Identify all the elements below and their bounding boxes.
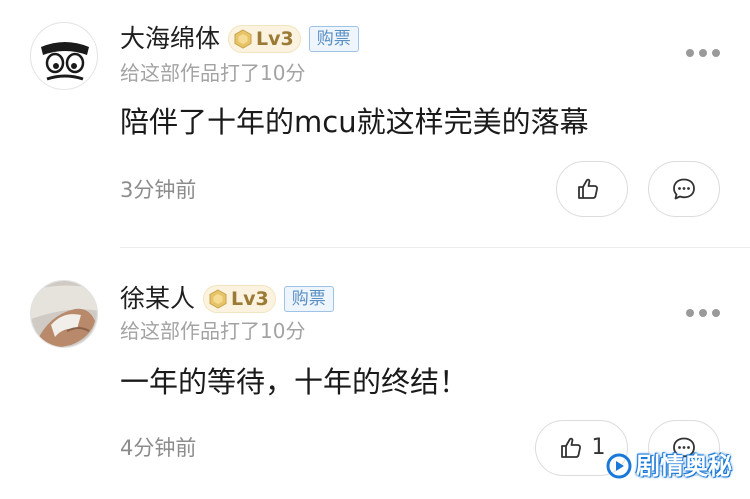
hexagon-level-icon <box>209 289 227 309</box>
comment-content: 一年的等待，十年的终结！ <box>120 365 469 399</box>
timestamp: 3分钟前 <box>120 178 197 202</box>
rating-text: 给这部作品打了10分 <box>120 61 306 85</box>
like-button[interactable] <box>556 161 628 217</box>
watermark: 剧情奥秘 <box>606 450 732 482</box>
cartoon-face-avatar <box>41 42 89 81</box>
avatar[interactable] <box>30 22 98 90</box>
comment-bubble-icon <box>673 178 695 200</box>
level-badge: Lv3 <box>203 285 276 313</box>
rating-text: 给这部作品打了10分 <box>120 319 306 343</box>
comment-content: 陪伴了十年的mcu就这样完美的落幕 <box>120 105 589 139</box>
more-dots-icon[interactable] <box>686 306 720 320</box>
name-row: 徐某人 Lv3 购票 <box>120 282 334 316</box>
buy-tag: 购票 <box>308 26 359 52</box>
name-row: 大海绵体 Lv3 购票 <box>120 22 359 56</box>
level-text: Lv3 <box>256 28 294 50</box>
reply-button[interactable] <box>648 161 720 217</box>
thumbs-up-icon <box>578 178 598 199</box>
level-badge: Lv3 <box>228 25 301 53</box>
watermark-logo-icon <box>606 453 632 479</box>
divider <box>120 247 750 248</box>
buy-tag: 购票 <box>283 286 334 312</box>
comment-item: 大海绵体 Lv3 购票 给这部作品打了10分 陪伴了十年的mcu就这样完美的落幕… <box>0 0 750 248</box>
thumbs-up-icon <box>560 437 581 458</box>
level-text: Lv3 <box>231 288 269 310</box>
like-count: 1 <box>591 435 606 460</box>
timestamp: 4分钟前 <box>120 436 197 460</box>
username[interactable]: 大海绵体 <box>120 22 220 56</box>
more-dots-icon[interactable] <box>686 46 720 60</box>
avatar[interactable] <box>30 280 98 348</box>
photo-hand-avatar <box>31 281 97 347</box>
watermark-text: 剧情奥秘 <box>636 452 732 480</box>
hexagon-level-icon <box>234 29 252 49</box>
username[interactable]: 徐某人 <box>120 282 195 316</box>
